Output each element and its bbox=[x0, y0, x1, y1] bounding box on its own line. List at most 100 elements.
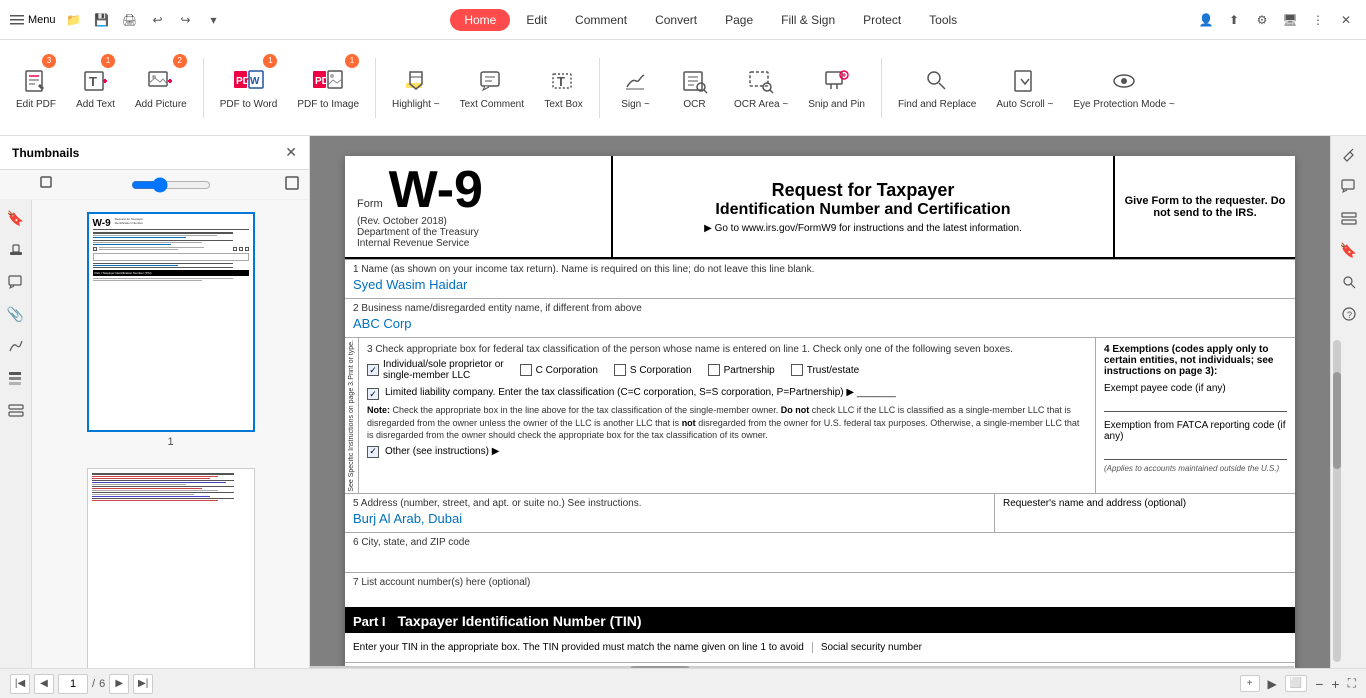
pdf-to-word-icon: PDFW bbox=[233, 65, 265, 97]
checkbox-scorp-box[interactable] bbox=[614, 364, 626, 376]
fields-tool-icon[interactable] bbox=[2, 396, 30, 424]
thumb-zoom-in-icon[interactable] bbox=[285, 174, 301, 195]
section-4: 4 Exemptions (codes apply only to certai… bbox=[1095, 338, 1295, 493]
svg-text:?: ? bbox=[1347, 310, 1352, 320]
tab-edit[interactable]: Edit bbox=[514, 9, 559, 31]
pdf-to-image-button[interactable]: 1 PDF PDF to Image bbox=[289, 48, 367, 128]
find-replace-label: Find and Replace bbox=[898, 99, 976, 111]
irs-label: Internal Revenue Service bbox=[357, 238, 599, 249]
tab-convert[interactable]: Convert bbox=[643, 9, 709, 31]
thumbnail-page-2[interactable]: 2 bbox=[40, 452, 301, 698]
attachment-tool-icon[interactable]: 📎 bbox=[2, 300, 30, 328]
search-right-icon[interactable] bbox=[1335, 268, 1363, 296]
open-folder-icon[interactable]: 📁 bbox=[64, 10, 84, 30]
field-2-row: 2 Business name/disregarded entity name,… bbox=[345, 299, 1295, 338]
eye-protection-label: Eye Protection Mode ~ bbox=[1073, 99, 1174, 111]
undo-icon[interactable]: ↩ bbox=[148, 10, 168, 30]
tab-comment[interactable]: Comment bbox=[563, 9, 639, 31]
tab-protect[interactable]: Protect bbox=[851, 9, 913, 31]
pdf-viewer[interactable]: Form W-9 (Rev. October 2018) Department … bbox=[310, 136, 1330, 698]
form-w9-title: W-9 bbox=[389, 164, 483, 216]
ocr-area-button[interactable]: OCR Area ~ bbox=[726, 48, 796, 128]
close-sidebar-button[interactable]: ✕ bbox=[285, 144, 297, 161]
help-right-icon[interactable]: ? bbox=[1335, 300, 1363, 328]
requester-label: Requester's name and address (optional) bbox=[1003, 498, 1186, 509]
ocr-button[interactable]: OCR bbox=[667, 48, 722, 128]
comment-right-icon[interactable] bbox=[1335, 172, 1363, 200]
field-5-label: 5 Address (number, street, and apt. or s… bbox=[353, 498, 986, 509]
sign-button[interactable]: Sign ~ bbox=[608, 48, 663, 128]
checkbox-ccorp-box[interactable] bbox=[520, 364, 532, 376]
thumb-zoom-slider[interactable] bbox=[131, 177, 211, 193]
next-page-button[interactable]: ▶ bbox=[109, 674, 129, 694]
more-options-icon[interactable]: ⋮ bbox=[1308, 10, 1328, 30]
signature-tool-icon[interactable] bbox=[2, 332, 30, 360]
main-layout: Thumbnails ✕ 🔖 📎 bbox=[0, 136, 1366, 698]
status-right: + ▶ ⬜ − + ⛶ bbox=[1240, 675, 1356, 692]
text-box-button[interactable]: T Text Box bbox=[536, 48, 591, 128]
monitor-icon[interactable]: 🖥 bbox=[1280, 10, 1300, 30]
last-page-button[interactable]: ▶| bbox=[133, 674, 153, 694]
comments-tool-icon[interactable] bbox=[2, 268, 30, 296]
bookmark-right-icon[interactable]: 🔖 bbox=[1335, 236, 1363, 264]
bookmark-tool-icon[interactable]: 🔖 bbox=[2, 204, 30, 232]
eye-protection-button[interactable]: Eye Protection Mode ~ bbox=[1065, 48, 1182, 128]
checkbox-individual-box[interactable]: ✓ bbox=[367, 364, 379, 376]
close-icon[interactable]: ✕ bbox=[1336, 10, 1356, 30]
fit-page-button[interactable]: ⬜ bbox=[1285, 675, 1307, 692]
redo-icon[interactable]: ↪ bbox=[176, 10, 196, 30]
other-checkbox[interactable]: ✓ bbox=[367, 446, 379, 458]
tab-home[interactable]: Home bbox=[450, 9, 510, 31]
settings-icon[interactable]: ⚙ bbox=[1252, 10, 1272, 30]
print-icon[interactable]: 🖨 bbox=[120, 10, 140, 30]
give-form-text: Give Form to the requester. Do not send … bbox=[1123, 195, 1287, 219]
prev-page-button[interactable]: ◀ bbox=[34, 674, 54, 694]
v-scrollbar[interactable] bbox=[1333, 340, 1341, 662]
checkbox-partnership-box[interactable] bbox=[708, 364, 720, 376]
account-icon[interactable]: 👤 bbox=[1196, 10, 1216, 30]
add-picture-button[interactable]: 2 Add Picture bbox=[127, 48, 195, 128]
pdf-to-word-button[interactable]: 1 PDFW PDF to Word bbox=[212, 48, 286, 128]
menu-button[interactable]: Menu bbox=[10, 13, 56, 27]
share-icon[interactable]: ⬆ bbox=[1224, 10, 1244, 30]
thumb-zoom-out-icon[interactable] bbox=[40, 174, 56, 195]
form-label: Form bbox=[357, 198, 383, 210]
add-page-button[interactable]: + bbox=[1240, 675, 1260, 692]
first-page-button[interactable]: |◀ bbox=[10, 674, 30, 694]
tin-row: Enter your TIN in the appropriate box. T… bbox=[345, 633, 1295, 663]
save-icon[interactable]: 💾 bbox=[92, 10, 112, 30]
dept-label: Department of the Treasury bbox=[357, 227, 599, 238]
more-icon[interactable]: ▾ bbox=[204, 10, 224, 30]
checkbox-trust-box[interactable] bbox=[791, 364, 803, 376]
page-number-input[interactable] bbox=[58, 674, 88, 694]
ocr-label: OCR bbox=[683, 99, 705, 111]
stamp-tool-icon[interactable] bbox=[2, 236, 30, 264]
field-2-value: ABC Corp bbox=[353, 314, 1287, 333]
field-3-label: 3 Check appropriate box for federal tax … bbox=[367, 344, 1013, 355]
find-replace-button[interactable]: Find and Replace bbox=[890, 48, 984, 128]
field-7-row: 7 List account number(s) here (optional) bbox=[345, 573, 1295, 609]
tab-tools[interactable]: Tools bbox=[917, 9, 969, 31]
field-5-value: Burj Al Arab, Dubai bbox=[353, 509, 986, 528]
v-scrollbar-thumb[interactable] bbox=[1333, 372, 1341, 469]
text-comment-button[interactable]: Text Comment bbox=[452, 48, 532, 128]
auto-scroll-button[interactable]: Auto Scroll ~ bbox=[988, 48, 1061, 128]
snip-pin-button[interactable]: Snip and Pin bbox=[800, 48, 873, 128]
llc-checkbox[interactable]: ✓ bbox=[367, 388, 379, 400]
edit-pdf-button[interactable]: 3 Edit PDF bbox=[8, 48, 64, 128]
zoom-out-button[interactable]: − bbox=[1315, 676, 1323, 692]
fullscreen-button[interactable]: ⛶ bbox=[1348, 676, 1356, 691]
layers-tool-icon[interactable] bbox=[2, 364, 30, 392]
thumbnail-page-1[interactable]: W-9 Request for TaxpayerIdentification N… bbox=[40, 208, 301, 452]
highlight-button[interactable]: Highlight ~ bbox=[384, 48, 448, 128]
tab-page[interactable]: Page bbox=[713, 9, 765, 31]
edit-right-icon[interactable] bbox=[1335, 140, 1363, 168]
play-button[interactable]: ▶ bbox=[1268, 677, 1277, 691]
tab-fill-sign[interactable]: Fill & Sign bbox=[769, 9, 847, 31]
checkbox-ccorp-label: C Corporation bbox=[536, 365, 598, 376]
fatca-label: Exemption from FATCA reporting code (if … bbox=[1104, 420, 1287, 442]
zoom-in-button[interactable]: + bbox=[1331, 676, 1339, 692]
fields-right-icon[interactable] bbox=[1335, 204, 1363, 232]
add-text-button[interactable]: 1 T Add Text bbox=[68, 48, 123, 128]
ssn-label: Social security number bbox=[812, 642, 1287, 653]
